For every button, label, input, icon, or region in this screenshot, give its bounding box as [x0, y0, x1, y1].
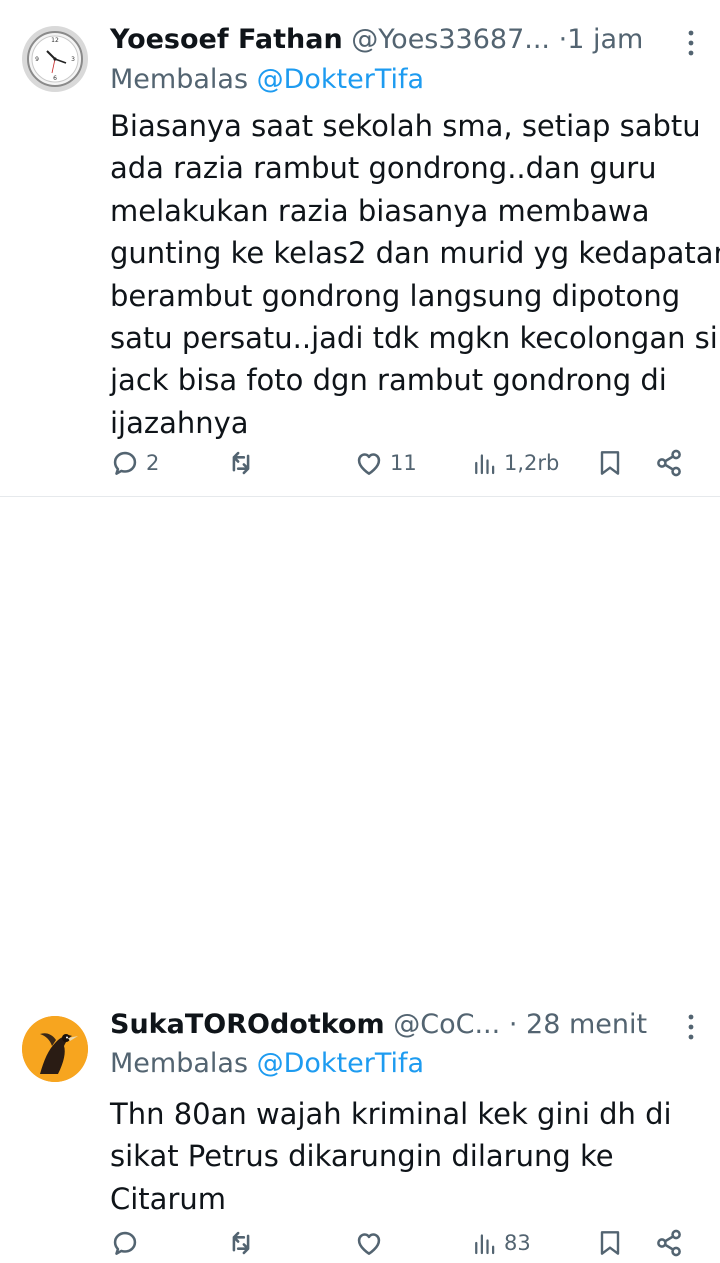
reply-count: 2 — [146, 451, 160, 475]
tweet-actions: 83 — [108, 1223, 698, 1263]
author-name[interactable]: SukaTOROdotkom — [110, 1009, 385, 1040]
tweet-text: Thn 80an wajah kriminal kek gini dh di s… — [110, 1093, 710, 1220]
like-count: 11 — [390, 451, 417, 475]
tweet-header: Yoesoef Fathan @Yoes33687... ·1 jam — [110, 23, 690, 57]
share-icon — [657, 449, 681, 477]
tweet-text-line: ijazahnya — [110, 405, 249, 440]
share-icon — [657, 1229, 681, 1257]
heart-icon — [357, 1233, 381, 1255]
tweet-header: SukaTOROdotkom @CoC... · 28 menit — [110, 1008, 690, 1042]
like-button[interactable] — [352, 1223, 390, 1263]
replying-to-label: Membalas — [110, 1048, 249, 1079]
retweet-icon — [232, 1231, 250, 1255]
tweet-text-line: berambut gondrong langsung dipotong — [110, 278, 681, 313]
tweet-text-line: Citarum — [110, 1181, 226, 1216]
timestamp[interactable]: 1 jam — [567, 23, 643, 57]
reply-icon — [113, 1231, 137, 1255]
tweet-text-line: melakukan razia biasanya membawa — [110, 193, 650, 228]
views-count: 1,2rb — [504, 451, 560, 475]
reply-mention-link[interactable]: @DokterTifa — [257, 64, 424, 95]
svg-text:9: 9 — [35, 56, 39, 63]
views-chart-icon — [475, 454, 495, 475]
tweet-2[interactable]: SukaTOROdotkom @CoC... · 28 menit Membal… — [0, 496, 720, 1257]
bookmark-button[interactable] — [594, 1223, 626, 1263]
author-handle[interactable]: @Yoes33687... — [351, 23, 550, 57]
reply-icon — [113, 451, 137, 475]
bird-orange-avatar-icon — [22, 1016, 88, 1082]
more-options-icon[interactable] — [688, 28, 694, 58]
avatar[interactable]: 12 3 6 9 — [22, 26, 88, 92]
tweet-text-line: sikat Petrus dikarungin dilarung ke — [110, 1139, 614, 1174]
tweet-text-line: jack bisa foto dgn rambut gondrong di — [110, 363, 667, 398]
svg-text:3: 3 — [71, 56, 75, 63]
separator-dot: · — [508, 1009, 518, 1040]
author-name[interactable]: Yoesoef Fathan — [110, 24, 343, 55]
tweet-text-line: Biasanya saat sekolah sma, setiap sabtu — [110, 109, 701, 143]
svg-text:6: 6 — [53, 75, 57, 82]
separator-dot: · — [558, 24, 568, 55]
views-count: 83 — [504, 1231, 531, 1255]
svg-text:12: 12 — [51, 37, 59, 44]
bookmark-icon — [600, 1231, 620, 1255]
more-options-icon[interactable] — [688, 1012, 694, 1042]
views-chart-icon — [475, 1234, 495, 1255]
share-button[interactable] — [652, 443, 686, 483]
tweet-text-line: ada razia rambut gondrong..dan guru — [110, 151, 657, 186]
tweet-text-line: satu persatu..jadi tdk mgkn kecolongan s… — [110, 321, 718, 356]
replying-to-label: Membalas — [110, 64, 249, 95]
tweet-text-line: Thn 80an wajah kriminal kek gini dh di — [110, 1097, 672, 1131]
tweet-text: Biasanya saat sekolah sma, setiap sabtu … — [110, 105, 720, 444]
share-button[interactable] — [652, 1223, 686, 1263]
avatar[interactable] — [22, 1016, 88, 1082]
reply-button[interactable] — [108, 1223, 146, 1263]
tweet-1[interactable]: 12 3 6 9 Yoesoef Fathan @Yoes33687... ·1… — [0, 0, 720, 496]
timestamp[interactable]: 28 menit — [526, 1008, 647, 1042]
replying-to: Membalas @DokterTifa — [110, 63, 424, 97]
bookmark-icon — [600, 451, 620, 475]
tweet-text-line: gunting ke kelas2 dan murid yg kedapatan — [110, 236, 720, 271]
reply-mention-link[interactable]: @DokterTifa — [257, 1048, 424, 1079]
like-button[interactable]: 11 — [352, 443, 417, 483]
wall-clock-avatar-icon: 12 3 6 9 — [22, 26, 88, 92]
retweet-button[interactable] — [224, 443, 258, 483]
reply-button[interactable]: 2 — [108, 443, 159, 483]
retweet-button[interactable] — [224, 1223, 258, 1263]
author-handle[interactable]: @CoC... — [393, 1008, 500, 1042]
replying-to: Membalas @DokterTifa — [110, 1047, 424, 1081]
retweet-icon — [232, 451, 250, 475]
heart-icon — [357, 453, 381, 475]
views-button[interactable]: 1,2rb — [470, 443, 559, 483]
views-button[interactable]: 83 — [470, 1223, 531, 1263]
bookmark-button[interactable] — [594, 443, 626, 483]
tweet-actions: 2 11 1,2rb — [108, 443, 698, 483]
